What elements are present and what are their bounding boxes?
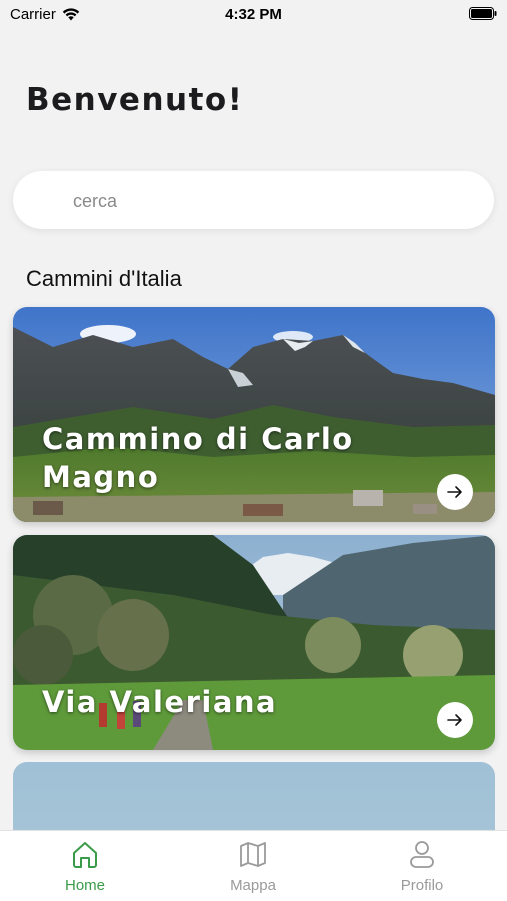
- profile-icon: [410, 841, 434, 868]
- tab-label: Profilo: [400, 877, 444, 894]
- status-bar: Carrier 4:32 PM: [0, 0, 507, 28]
- open-route-button[interactable]: [437, 474, 473, 510]
- page-title: Benvenuto!: [26, 82, 244, 118]
- card-title: Cammino di Carlo Magno: [42, 422, 354, 494]
- battery-icon: [469, 7, 497, 20]
- status-time: 4:32 PM: [225, 6, 282, 23]
- card-title: Via Valeriana: [42, 685, 278, 719]
- home-icon: [73, 842, 97, 868]
- arrow-right-icon: [447, 714, 462, 726]
- search-input[interactable]: [71, 171, 475, 231]
- tab-home[interactable]: Home: [25, 839, 145, 894]
- open-route-button[interactable]: [437, 702, 473, 738]
- tab-profilo[interactable]: Profilo: [362, 839, 482, 894]
- tab-mappa[interactable]: Mappa: [193, 839, 313, 894]
- section-title: Cammini d'Italia: [26, 266, 182, 291]
- route-card-via-valeriana[interactable]: Via Valeriana: [13, 535, 495, 750]
- tab-bar: Home Mappa Profilo: [0, 830, 507, 901]
- tab-label: Home: [64, 877, 105, 894]
- arrow-right-icon: [447, 486, 462, 498]
- map-icon: [240, 842, 266, 867]
- tab-label: Mappa: [230, 877, 276, 894]
- route-card-carlo-magno[interactable]: Cammino di Carlo Magno: [13, 307, 495, 522]
- search-bar[interactable]: [13, 171, 494, 231]
